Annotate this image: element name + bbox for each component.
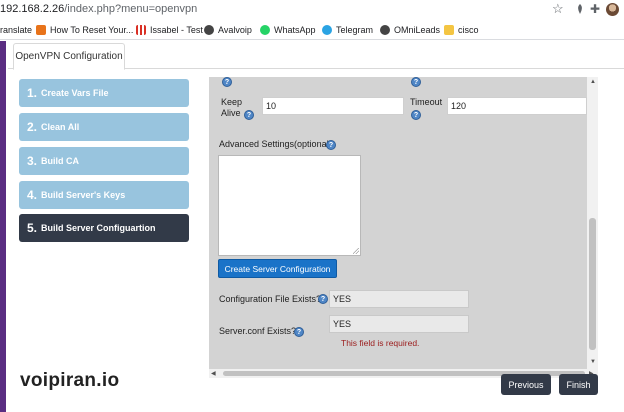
step-label: Build Server Configuartion [41, 223, 156, 233]
profile-avatar[interactable] [606, 3, 619, 16]
step-number: 4. [27, 188, 38, 202]
help-icon[interactable]: ? [244, 110, 254, 120]
error-message: This field is required. [341, 338, 420, 348]
config-file-exists-label: Configuration File Exists? [219, 294, 322, 304]
bookmark-issabel[interactable]: Issabel - Test [136, 23, 203, 37]
vertical-scrollbar-thumb[interactable] [589, 218, 596, 350]
tab-strip: OpenVPN Configuration [8, 41, 624, 70]
resize-handle-icon[interactable] [353, 248, 359, 254]
bookmarks-bar: ranslate How To Reset Your... Issabel - … [0, 20, 624, 40]
step-build-server-configuration[interactable]: 5. Build Server Configuartion [19, 214, 189, 242]
bookmark-label: Avalvoip [218, 25, 252, 35]
timeout-input[interactable]: 120 [447, 97, 587, 115]
keepalive-input[interactable]: 10 [262, 97, 404, 115]
scroll-up-arrow-icon[interactable]: ▲ [590, 79, 596, 85]
previous-button[interactable]: Previous [501, 374, 551, 395]
vertical-scrollbar[interactable]: ▲ ▼ [587, 77, 598, 369]
url-host: 192.168.2.26 [0, 3, 65, 15]
bookmark-site-icon [36, 25, 46, 35]
help-icon[interactable]: ? [318, 294, 328, 304]
help-icon[interactable]: ? [411, 77, 421, 87]
bookmark-omnileads[interactable]: OMniLeads [380, 23, 440, 37]
step-create-vars-file[interactable]: 1. Create Vars File [19, 79, 189, 107]
whatsapp-icon [260, 25, 270, 35]
browser-address-bar[interactable]: 192.168.2.26/index.php?menu=openvpn ☆ ✚ [0, 0, 624, 20]
config-file-exists-field: YES [329, 290, 469, 308]
bookmark-avalvoip[interactable]: Avalvoip [204, 23, 252, 37]
server-conf-exists-label: Server.conf Exists? [219, 326, 297, 336]
globe-icon [380, 25, 390, 35]
left-accent-bar [0, 41, 6, 412]
globe-icon [204, 25, 214, 35]
help-icon[interactable]: ? [294, 327, 304, 337]
bookmark-label: Telegram [336, 25, 374, 35]
bookmark-whatsapp[interactable]: WhatsApp [260, 23, 316, 37]
create-server-configuration-button[interactable]: Create Server Configuration [218, 259, 337, 278]
telegram-icon [322, 25, 332, 35]
extensions-puzzle-icon[interactable]: ✚ [590, 2, 600, 16]
grid-icon [136, 25, 146, 35]
step-number: 5. [27, 221, 38, 235]
url-path: /index.php?menu=openvpn [64, 3, 198, 15]
folder-icon [444, 25, 454, 35]
bookmark-telegram[interactable]: Telegram [322, 23, 373, 37]
step-clean-all[interactable]: 2. Clean All [19, 113, 189, 141]
address-url[interactable]: 192.168.2.26/index.php?menu=openvpn [0, 3, 197, 15]
step-number: 3. [27, 154, 38, 168]
keepalive-label-line2: Alive [221, 108, 241, 118]
bookmark-label: OMniLeads [394, 25, 441, 35]
bookmark-label: cisco [458, 25, 479, 35]
tab-openvpn-configuration[interactable]: OpenVPN Configuration [13, 43, 125, 70]
bookmark-translate[interactable]: ranslate [0, 23, 32, 37]
step-number: 2. [27, 120, 38, 134]
step-build-server-keys[interactable]: 4. Build Server's Keys [19, 181, 189, 209]
step-label: Clean All [41, 122, 80, 132]
bookmark-reset[interactable]: How To Reset Your... [36, 23, 133, 37]
help-icon[interactable]: ? [326, 140, 336, 150]
step-label: Build Server's Keys [41, 190, 126, 200]
bookmark-cisco[interactable]: cisco [444, 23, 479, 37]
bookmark-star-icon[interactable]: ☆ [552, 1, 564, 17]
extension-icon[interactable] [574, 3, 586, 15]
bookmark-label: WhatsApp [274, 25, 316, 35]
bookmark-label: How To Reset Your... [50, 25, 134, 35]
step-number: 1. [27, 86, 38, 100]
finish-button[interactable]: Finish [559, 374, 598, 395]
step-build-ca[interactable]: 3. Build CA [19, 147, 189, 175]
scroll-down-arrow-icon[interactable]: ▼ [590, 359, 596, 365]
scroll-left-arrow-icon[interactable]: ◀ [211, 370, 216, 377]
step-label: Build CA [41, 156, 80, 166]
timeout-label: Timeout [410, 97, 443, 107]
bookmark-label: ranslate [0, 25, 33, 35]
server-conf-exists-field: YES [329, 315, 469, 333]
watermark-text: voipiran.io [20, 370, 120, 391]
advanced-settings-label: Advanced Settings(optional) [219, 139, 332, 149]
bookmark-label: Issabel - Test [150, 25, 203, 35]
advanced-settings-textarea[interactable] [218, 155, 361, 256]
help-icon[interactable]: ? [222, 77, 232, 87]
keepalive-label: Keep [221, 97, 243, 107]
step-label: Create Vars File [41, 88, 109, 98]
page-content: OpenVPN Configuration 1. Create Vars Fil… [0, 41, 624, 412]
help-icon[interactable]: ? [411, 110, 421, 120]
